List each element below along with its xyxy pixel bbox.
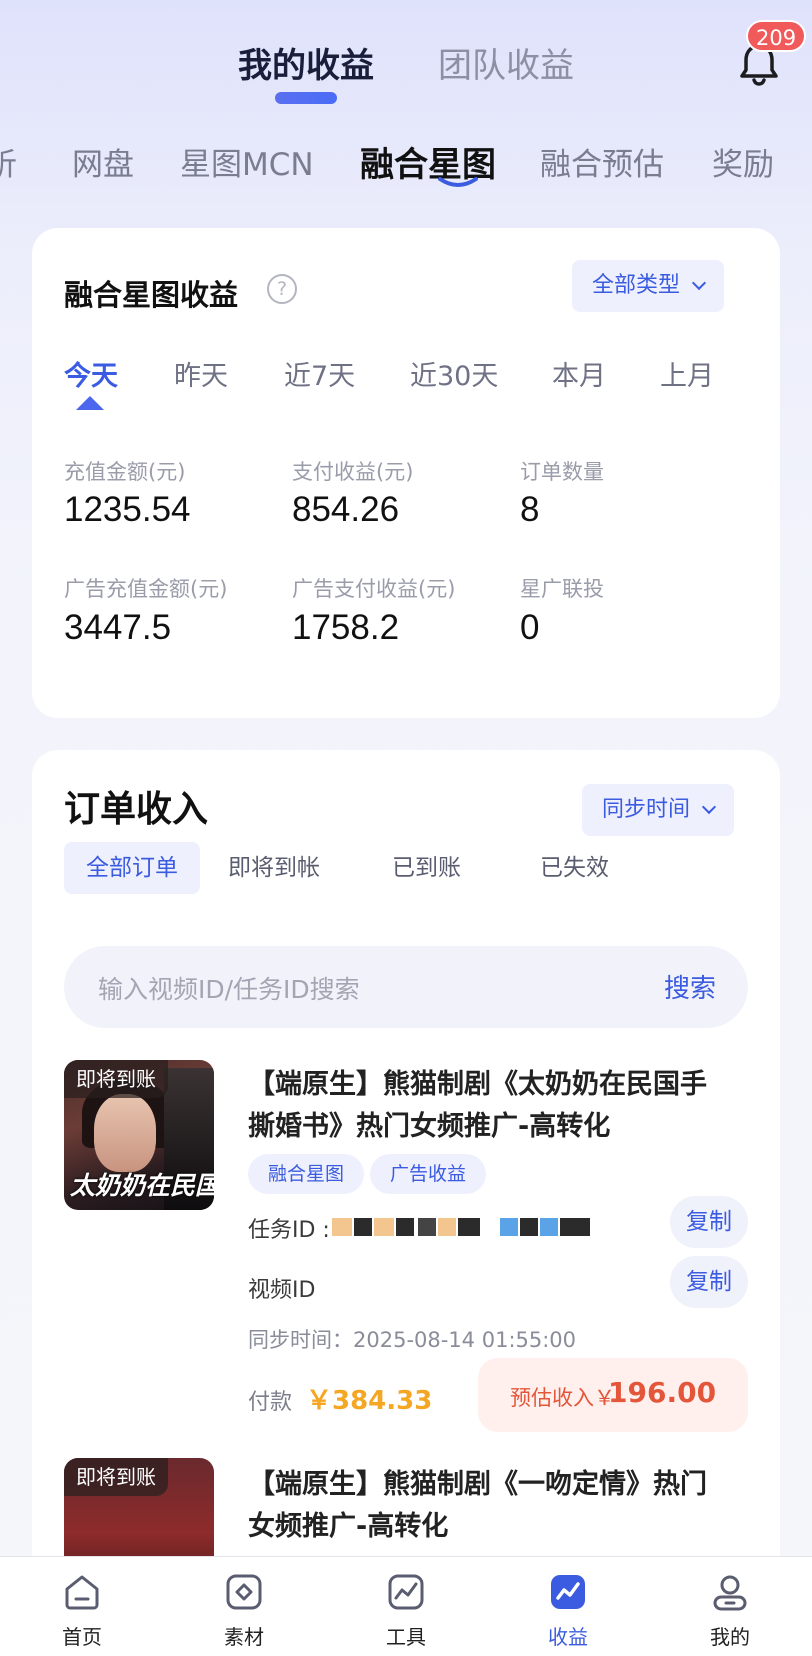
order-tab-arrived[interactable]: 已到账: [370, 842, 483, 894]
sync-time: 同步时间：2025-08-14 01:55:00: [248, 1328, 577, 1352]
help-icon[interactable]: ?: [267, 274, 297, 304]
tag: 融合星图: [248, 1154, 365, 1194]
type-select-label: 全部类型: [592, 273, 681, 298]
profile-icon: [713, 1575, 747, 1611]
copy-video-id-button[interactable]: 复制: [670, 1256, 748, 1308]
thumbnail-face: [94, 1094, 156, 1172]
nav-tools[interactable]: 工具: [356, 1571, 456, 1650]
estimated-income-label: 预估收入￥: [510, 1386, 615, 1410]
order-title[interactable]: 【端原生】熊猫制剧《一吻定情》热门女频推广-高转化: [248, 1464, 728, 1548]
chevron-down-icon: [701, 799, 717, 815]
search-button[interactable]: 搜索: [664, 968, 716, 1005]
task-id-label: 任务ID :: [248, 1218, 330, 1243]
period-last-month[interactable]: 上月: [660, 354, 714, 393]
tag-list: 融合星图 广告收益: [248, 1154, 548, 1194]
stat-value: 8: [520, 490, 540, 529]
sub-tab-analysis[interactable]: 析: [0, 139, 17, 184]
nav-profile[interactable]: 我的: [680, 1571, 780, 1650]
sub-tab-rewards[interactable]: 奖励: [712, 139, 774, 184]
earnings-icon: [551, 1575, 585, 1609]
nav-earnings[interactable]: 收益: [518, 1571, 618, 1650]
stat-value: 3447.5: [64, 608, 172, 647]
type-select[interactable]: 全部类型: [572, 260, 725, 312]
copy-task-id-button[interactable]: 复制: [670, 1196, 748, 1248]
nav-material[interactable]: 素材: [194, 1571, 294, 1650]
task-id-masked: [332, 1218, 632, 1236]
stat-label: 广告支付收益(元): [292, 577, 456, 601]
sub-tab-bar: 析 网盘 星图MCN 融合星图 融合预估 奖励: [0, 135, 812, 195]
orders-title: 订单收入: [64, 789, 209, 830]
tab-active-indicator: [275, 92, 337, 104]
nav-label: 素材: [224, 1625, 264, 1649]
nav-label: 收益: [548, 1625, 588, 1649]
stat-value: 854.26: [292, 490, 400, 529]
sub-tab-netdisk[interactable]: 网盘: [72, 139, 134, 184]
sort-select-label: 同步时间: [602, 797, 691, 822]
nav-label: 我的: [710, 1625, 750, 1649]
nav-label: 工具: [386, 1625, 426, 1649]
status-badge: 即将到账: [64, 1458, 168, 1496]
period-30-days[interactable]: 近30天: [410, 354, 498, 393]
order-tab-pending[interactable]: 即将到帐: [206, 842, 342, 894]
stat-label: 广告充值金额(元): [64, 577, 228, 601]
income-summary-card: 融合星图收益 ? 全部类型 今天 昨天 近7天 近30天 本月 上月 充值金额(…: [32, 228, 780, 718]
sort-select[interactable]: 同步时间: [582, 784, 735, 836]
stat-label: 支付收益(元): [292, 460, 414, 484]
status-badge: 即将到账: [64, 1060, 168, 1098]
pay-amount: ￥384.33: [306, 1386, 433, 1416]
stat-value: 1235.54: [64, 490, 191, 529]
home-icon: [65, 1575, 99, 1610]
sub-tab-fusion-estimate[interactable]: 融合预估: [540, 139, 664, 184]
stat-label: 星广联投: [520, 577, 604, 601]
period-7-days[interactable]: 近7天: [284, 354, 355, 393]
tag: 广告收益: [370, 1154, 487, 1194]
top-tab-bar: 我的收益 团队收益: [0, 34, 812, 114]
period-active-caret: [76, 396, 104, 410]
period-this-month[interactable]: 本月: [552, 354, 606, 393]
stat-label: 订单数量: [520, 460, 604, 484]
stat-label: 充值金额(元): [64, 460, 186, 484]
order-tab-expired[interactable]: 已失效: [518, 842, 631, 894]
tab-my-earnings[interactable]: 我的收益: [238, 38, 374, 87]
stat-value: 1758.2: [292, 608, 400, 647]
estimated-income-amount: 196.00: [608, 1376, 717, 1409]
order-tab-all[interactable]: 全部订单: [64, 842, 200, 894]
search-box: 输入视频ID/任务ID搜索 搜索: [64, 946, 748, 1028]
bottom-nav: 首页 素材 工具 收益 我的: [0, 1556, 812, 1656]
nav-label: 首页: [62, 1625, 102, 1649]
video-id-label: 视频ID: [248, 1278, 316, 1303]
period-yesterday[interactable]: 昨天: [174, 354, 228, 393]
sub-tab-active-indicator: [438, 177, 478, 187]
order-income-card: 订单收入 同步时间 全部订单 即将到帐 已到账 已失效 输入视频ID/任务ID搜…: [32, 750, 780, 1656]
tools-icon: [388, 1574, 424, 1610]
pay-label: 付款: [248, 1390, 293, 1415]
material-icon: [226, 1574, 262, 1610]
stat-value: 0: [520, 608, 540, 647]
tab-team-earnings[interactable]: 团队收益: [438, 38, 574, 87]
order-title[interactable]: 【端原生】熊猫制剧《太奶奶在民国手撕婚书》热门女频推广-高转化: [248, 1064, 728, 1148]
thumbnail-caption: 太奶奶在民国: [70, 1171, 214, 1200]
estimated-income-box: 预估收入￥ 196.00: [478, 1358, 748, 1432]
chevron-down-icon: [691, 275, 707, 291]
period-today[interactable]: 今天: [64, 354, 118, 393]
search-input[interactable]: 输入视频ID/任务ID搜索: [98, 970, 360, 1006]
sub-tab-xingtu-mcn[interactable]: 星图MCN: [180, 139, 314, 184]
nav-home[interactable]: 首页: [32, 1571, 132, 1650]
video-thumbnail[interactable]: 太奶奶在民国 即将到账: [64, 1060, 214, 1210]
income-card-title: 融合星图收益: [64, 278, 239, 312]
notification-badge: 209: [746, 20, 807, 52]
